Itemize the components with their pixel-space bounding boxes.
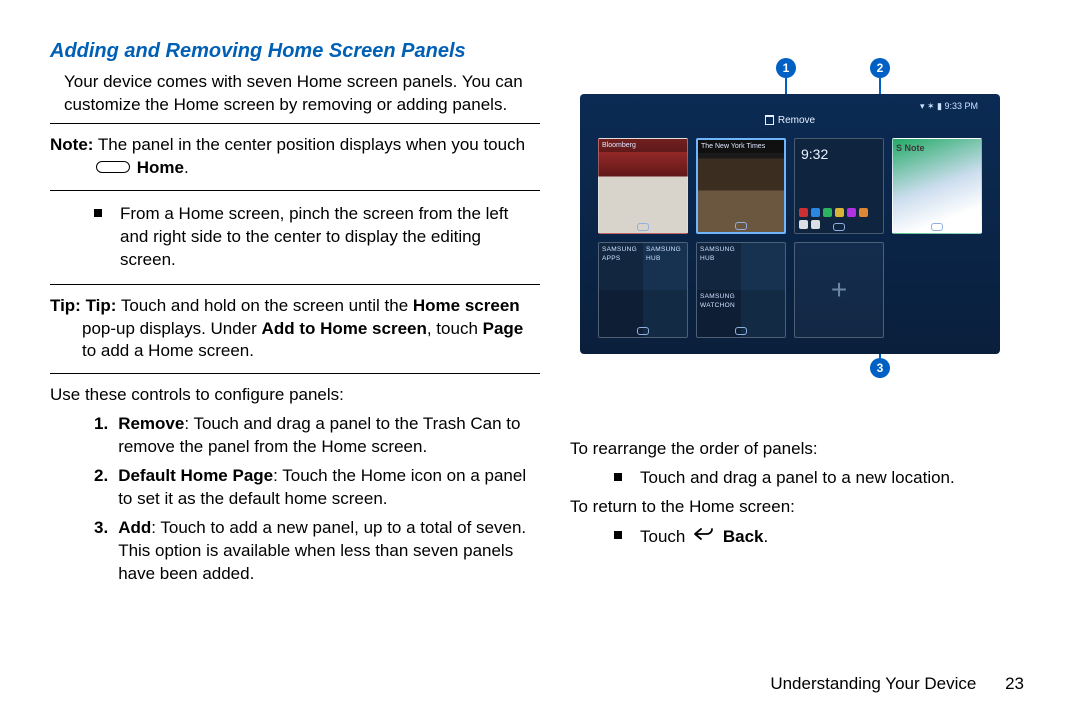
controls-list: 1. Remove: Touch and drag a panel to the… bbox=[94, 413, 540, 586]
back-prefix: Touch bbox=[640, 527, 685, 546]
list-text: : Touch to add a new panel, up to a tota… bbox=[118, 518, 526, 583]
panel-thumbnail: Bloomberg bbox=[598, 138, 688, 234]
panel-thumbnail: SAMSUNG APPS SAMSUNG HUB bbox=[598, 242, 688, 338]
footer-section: Understanding Your Device bbox=[770, 674, 976, 693]
panel-add: + bbox=[794, 242, 884, 338]
back-label: Back bbox=[723, 527, 764, 546]
bullet-pinch: From a Home screen, pinch the screen fro… bbox=[94, 203, 540, 272]
tip-label: Tip: Tip: bbox=[50, 296, 116, 315]
list-number: 1. bbox=[94, 413, 108, 459]
home-key-icon bbox=[96, 161, 130, 173]
callout-3: 3 bbox=[870, 358, 890, 378]
list-bold: Remove bbox=[118, 414, 184, 433]
figure: 1 2 3 ▾ ✶ ▮ 9:33 PM Remove Bloomberg The… bbox=[580, 58, 1000, 368]
remove-bar: Remove bbox=[598, 114, 982, 132]
return-lead: To return to the Home screen: bbox=[570, 496, 1030, 519]
controls-lead: Use these controls to configure panels: bbox=[50, 384, 540, 407]
square-bullet-icon bbox=[94, 209, 102, 217]
status-time: 9:33 PM bbox=[944, 101, 978, 111]
divider bbox=[50, 373, 540, 374]
divider bbox=[50, 284, 540, 285]
home-chip-icon bbox=[931, 223, 943, 231]
tip-bold-page: Page bbox=[483, 319, 524, 338]
list-item: 1. Remove: Touch and drag a panel to the… bbox=[94, 413, 540, 459]
divider bbox=[50, 123, 540, 124]
list-number: 2. bbox=[94, 465, 108, 511]
panel-thumbnail: SAMSUNG HUB SAMSUNG WATCHON bbox=[696, 242, 786, 338]
list-bold: Add bbox=[118, 518, 151, 537]
tip-text-1a: Touch and hold on the screen until the bbox=[121, 296, 413, 315]
list-bold: Default Home Page bbox=[118, 466, 273, 485]
page-number: 23 bbox=[1005, 674, 1024, 693]
home-chip-icon bbox=[637, 327, 649, 335]
rearrange-bullet: Touch and drag a panel to a new location… bbox=[640, 467, 1030, 490]
section-heading: Adding and Removing Home Screen Panels bbox=[50, 38, 540, 65]
divider bbox=[50, 190, 540, 191]
rearrange-lead: To rearrange the order of panels: bbox=[570, 438, 1030, 461]
back-icon bbox=[693, 525, 715, 548]
tip-bold-homescreen: Home screen bbox=[413, 296, 520, 315]
pinch-instruction: From a Home screen, pinch the screen fro… bbox=[120, 203, 540, 272]
intro-text: Your device comes with seven Home screen… bbox=[64, 71, 540, 117]
page-footer: Understanding Your Device 23 bbox=[770, 673, 1024, 696]
tip-text-2b: , touch bbox=[427, 319, 483, 338]
trash-icon bbox=[765, 115, 774, 125]
right-text: To rearrange the order of panels: Touch … bbox=[570, 438, 1030, 550]
tip-bold-add: Add to Home screen bbox=[262, 319, 427, 338]
panel-thumbnail: S Note bbox=[892, 138, 982, 234]
home-label: Home bbox=[137, 158, 184, 177]
tip-block: Tip: Tip: Touch and hold on the screen u… bbox=[50, 295, 540, 364]
tip-text-2c: to add a Home screen. bbox=[82, 341, 254, 360]
clock-widget: 9:32 bbox=[795, 139, 883, 170]
square-bullet-icon bbox=[614, 531, 622, 539]
panel-grid: Bloomberg The New York Times 9:32 S Note… bbox=[598, 138, 982, 338]
list-number: 3. bbox=[94, 517, 108, 586]
remove-label: Remove bbox=[778, 115, 815, 126]
home-chip-icon bbox=[735, 327, 747, 335]
status-icons: ▾ ✶ ▮ bbox=[920, 101, 945, 111]
callout-2: 2 bbox=[870, 58, 890, 78]
home-chip-icon bbox=[833, 223, 845, 231]
left-column: Adding and Removing Home Screen Panels Y… bbox=[50, 38, 540, 700]
status-bar: ▾ ✶ ▮ 9:33 PM bbox=[598, 100, 982, 114]
note-block: Note: The panel in the center position d… bbox=[50, 134, 540, 180]
panel-thumbnail: 9:32 bbox=[794, 138, 884, 234]
square-bullet-icon bbox=[614, 473, 622, 481]
note-text: The panel in the center position display… bbox=[98, 135, 525, 154]
panel-thumbnail: The New York Times bbox=[696, 138, 786, 234]
list-item: 3. Add: Touch to add a new panel, up to … bbox=[94, 517, 540, 586]
snote-title: S Note bbox=[893, 139, 981, 157]
tablet-screenshot: ▾ ✶ ▮ 9:33 PM Remove Bloomberg The New Y… bbox=[580, 94, 1000, 354]
note-label: Note: bbox=[50, 135, 93, 154]
home-chip-icon bbox=[735, 222, 747, 230]
right-column: 1 2 3 ▾ ✶ ▮ 9:33 PM Remove Bloomberg The… bbox=[570, 38, 1030, 700]
tip-text-2a: pop-up displays. Under bbox=[82, 319, 262, 338]
home-chip-icon bbox=[637, 223, 649, 231]
callout-1: 1 bbox=[776, 58, 796, 78]
list-item: 2. Default Home Page: Touch the Home ico… bbox=[94, 465, 540, 511]
